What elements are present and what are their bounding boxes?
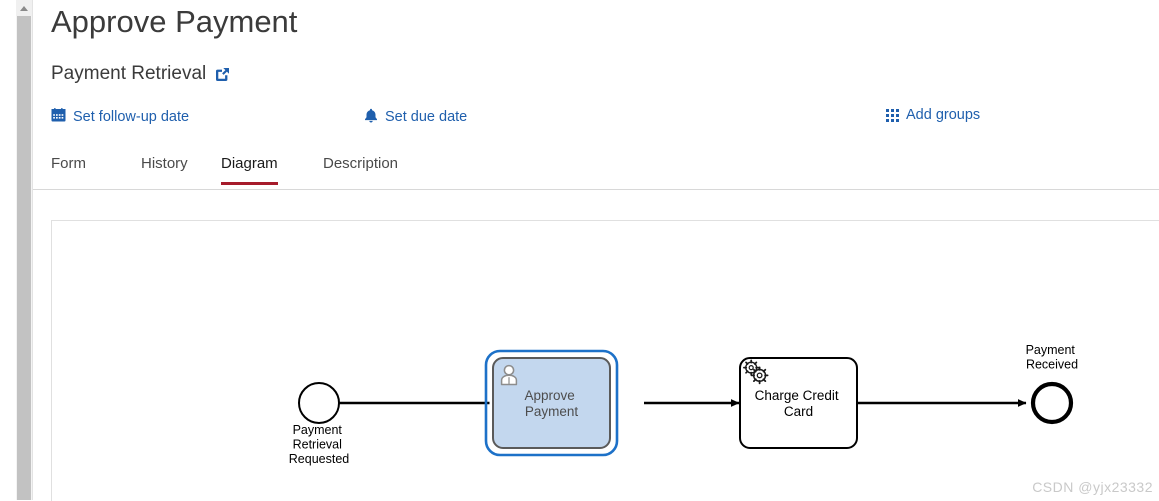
set-due-date-link[interactable]: Set due date: [364, 108, 467, 127]
start-event-label: Payment Retrieval Requested: [289, 423, 350, 466]
tab-bar: Form History Diagram Description: [33, 155, 1159, 190]
set-follow-up-date-label: Set follow-up date: [73, 108, 190, 125]
set-due-date-label: Set due date: [385, 109, 468, 126]
tab-diagram[interactable]: Diagram: [221, 155, 278, 185]
vertical-scrollbar[interactable]: [16, 0, 33, 500]
bell-icon: [364, 108, 378, 127]
user-task-label: Approve Payment: [524, 388, 578, 419]
calendar-icon: [51, 108, 66, 126]
tab-description[interactable]: Description: [323, 155, 398, 182]
end-event-label: Payment Received: [1026, 343, 1079, 372]
bpmn-start-event[interactable]: Payment Retrieval Requested: [289, 382, 350, 466]
left-gutter: [0, 0, 16, 500]
bpmn-user-task-approve-payment[interactable]: Approve Payment: [484, 349, 619, 457]
scroll-up-arrow-icon[interactable]: [16, 0, 32, 16]
add-groups-label: Add groups: [906, 107, 981, 123]
diagram-panel[interactable]: Payment Retrieval Requested Approve Paym…: [51, 220, 1159, 501]
page-title: Approve Payment: [51, 4, 298, 39]
process-subtitle-row: Payment Retrieval: [51, 63, 231, 85]
main-content: Approve Payment Payment Retrieval Set fo…: [33, 0, 1159, 501]
external-link-icon[interactable]: [214, 66, 231, 83]
set-follow-up-date-link[interactable]: Set follow-up date: [51, 108, 189, 126]
tab-form[interactable]: Form: [51, 155, 86, 182]
bpmn-diagram[interactable]: Payment Retrieval Requested Approve Paym…: [52, 221, 1159, 501]
add-groups-link[interactable]: Add groups: [886, 108, 980, 123]
tab-history[interactable]: History: [141, 155, 188, 182]
grid-icon: [886, 108, 899, 122]
action-links-row: Set follow-up date Set due date Add grou…: [51, 108, 1111, 132]
process-name-label: Payment Retrieval: [51, 63, 207, 84]
bpmn-end-event[interactable]: Payment Received: [1026, 343, 1079, 425]
watermark: CSDN @yjx23332: [1032, 479, 1153, 495]
bpmn-service-task-charge-credit-card[interactable]: Charge Credit Card: [739, 357, 858, 449]
scrollbar-thumb[interactable]: [17, 16, 31, 500]
